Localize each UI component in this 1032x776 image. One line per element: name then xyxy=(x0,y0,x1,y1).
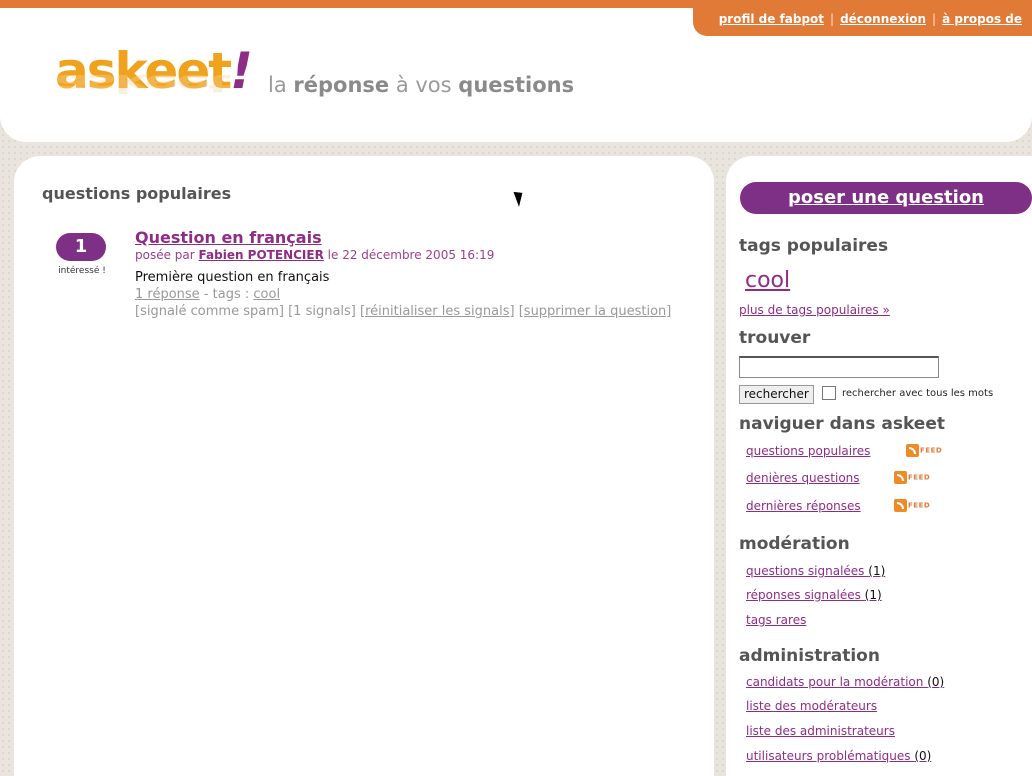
rss-icon xyxy=(894,471,907,484)
interest-count-badge[interactable]: 1 xyxy=(56,233,106,261)
feed-icon[interactable]: FEED xyxy=(894,471,930,484)
admin-mod-candidates[interactable]: candidats pour la modération (0) xyxy=(746,675,944,689)
all-words-label: rechercher avec tous les mots xyxy=(842,388,994,399)
popular-tags-heading: tags populaires xyxy=(739,236,889,256)
logo-bang: ! xyxy=(230,42,253,100)
mod-flagged-questions[interactable]: questions signalées (1) xyxy=(746,564,885,578)
reset-signals-link[interactable]: [réinitialiser les signals] xyxy=(360,304,515,319)
page-title: questions populaires xyxy=(42,184,232,203)
admin-heading: administration xyxy=(739,646,880,666)
question-title-link[interactable]: Question en français xyxy=(135,228,322,247)
delete-question-link[interactable]: [supprimer la question] xyxy=(519,304,672,319)
question-meta: posée par Fabien POTENCIER le 22 décembr… xyxy=(135,248,495,262)
browse-heading: naviguer dans askeet xyxy=(739,414,945,434)
mod-rare-tags[interactable]: tags rares xyxy=(746,613,806,627)
find-heading: trouver xyxy=(739,328,811,348)
signals-count: [1 signals] xyxy=(288,304,356,319)
question-links: 1 réponse - tags : cool xyxy=(135,287,281,302)
askeet-logo[interactable]: askeet! xyxy=(55,46,253,96)
top-accent-bar xyxy=(0,0,1032,8)
profile-link[interactable]: profil de fabpot xyxy=(719,12,824,26)
moderation-heading: modération xyxy=(739,534,850,554)
mod-flagged-answers[interactable]: réponses signalées (1) xyxy=(746,588,882,602)
nav-popular-questions[interactable]: questions populaires xyxy=(746,444,870,458)
top-user-links: profil de fabpot | déconnexion | à propos de xyxy=(692,8,1032,36)
feed-icon[interactable]: FEED xyxy=(894,499,930,512)
feed-icon[interactable]: FEED xyxy=(906,444,942,457)
question-item: Question en français posée par Fabien PO… xyxy=(135,228,675,321)
search-input[interactable] xyxy=(739,356,939,378)
question-date: le 22 décembre 2005 16:19 xyxy=(327,248,495,262)
all-words-checkbox[interactable] xyxy=(822,386,836,400)
answers-link[interactable]: 1 réponse xyxy=(135,287,200,302)
tag-link[interactable]: cool xyxy=(253,287,280,302)
question-admin-actions: [signalé comme spam] [1 signals] [réinit… xyxy=(135,303,675,321)
question-body: Première question en français xyxy=(135,270,330,285)
admin-problem-users[interactable]: utilisateurs problématiques (0) xyxy=(746,749,931,763)
separator: | xyxy=(830,12,835,26)
sidebar: poser une question tags populaires cool … xyxy=(726,156,1032,776)
about-link[interactable]: à propos de xyxy=(942,12,1022,26)
admin-moderators-list[interactable]: liste des modérateurs xyxy=(746,699,877,713)
nav-latest-answers[interactable]: dernières réponses xyxy=(746,499,861,513)
nav-latest-questions[interactable]: denières questions xyxy=(746,471,860,485)
separator: | xyxy=(932,12,937,26)
interest-label: intéressé ! xyxy=(58,266,106,276)
main-content: questions populaires 1 intéressé ! Quest… xyxy=(14,156,714,776)
rss-icon xyxy=(894,499,907,512)
ask-question-button[interactable]: poser une question xyxy=(740,182,1032,214)
admin-administrators-list[interactable]: liste des administrateurs xyxy=(746,724,895,738)
search-button[interactable]: rechercher xyxy=(739,385,814,404)
popular-tag-link[interactable]: cool xyxy=(745,268,790,293)
rss-icon xyxy=(906,444,919,457)
site-tagline: la réponse à vos questions xyxy=(268,73,575,97)
logo-text: askeet xyxy=(55,42,232,100)
spam-flag-text: [signalé comme spam] xyxy=(135,304,284,319)
logout-link[interactable]: déconnexion xyxy=(840,12,926,26)
author-link[interactable]: Fabien POTENCIER xyxy=(199,248,324,262)
more-tags-link[interactable]: plus de tags populaires » xyxy=(739,303,890,317)
